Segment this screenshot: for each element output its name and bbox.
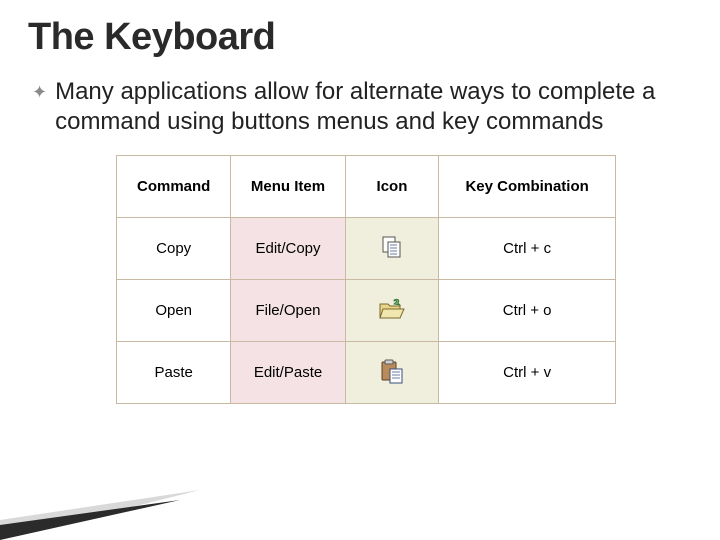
cell-icon	[345, 218, 439, 280]
body-paragraph: Many applications allow for alternate wa…	[55, 77, 692, 137]
cell-command: Copy	[117, 218, 231, 280]
cell-icon	[345, 342, 439, 404]
table-row: Copy Edit/Copy Ctrl + c	[117, 218, 616, 280]
cell-menu: Edit/Paste	[231, 342, 345, 404]
bullet-item: ✦ Many applications allow for alternate …	[32, 77, 692, 137]
cell-menu: Edit/Copy	[231, 218, 345, 280]
cell-key: Ctrl + v	[439, 342, 616, 404]
cell-command: Paste	[117, 342, 231, 404]
cell-icon	[345, 280, 439, 342]
bullet-marker-icon: ✦	[32, 77, 47, 107]
cell-menu: File/Open	[231, 280, 345, 342]
header-key: Key Combination	[439, 156, 616, 218]
commands-table: Command Menu Item Icon Key Combination C…	[116, 155, 616, 404]
header-command: Command	[117, 156, 231, 218]
table-row: Paste Edit/Paste Ctrl + v	[117, 342, 616, 404]
cell-key: Ctrl + o	[439, 280, 616, 342]
header-menu: Menu Item	[231, 156, 345, 218]
open-icon	[378, 296, 406, 322]
page-title: The Keyboard	[28, 16, 692, 59]
paste-icon	[378, 358, 406, 384]
table-row: Open File/Open Ctrl + o	[117, 280, 616, 342]
header-icon: Icon	[345, 156, 439, 218]
copy-icon	[378, 234, 406, 260]
decorative-wedge	[0, 430, 240, 540]
cell-command: Open	[117, 280, 231, 342]
cell-key: Ctrl + c	[439, 218, 616, 280]
